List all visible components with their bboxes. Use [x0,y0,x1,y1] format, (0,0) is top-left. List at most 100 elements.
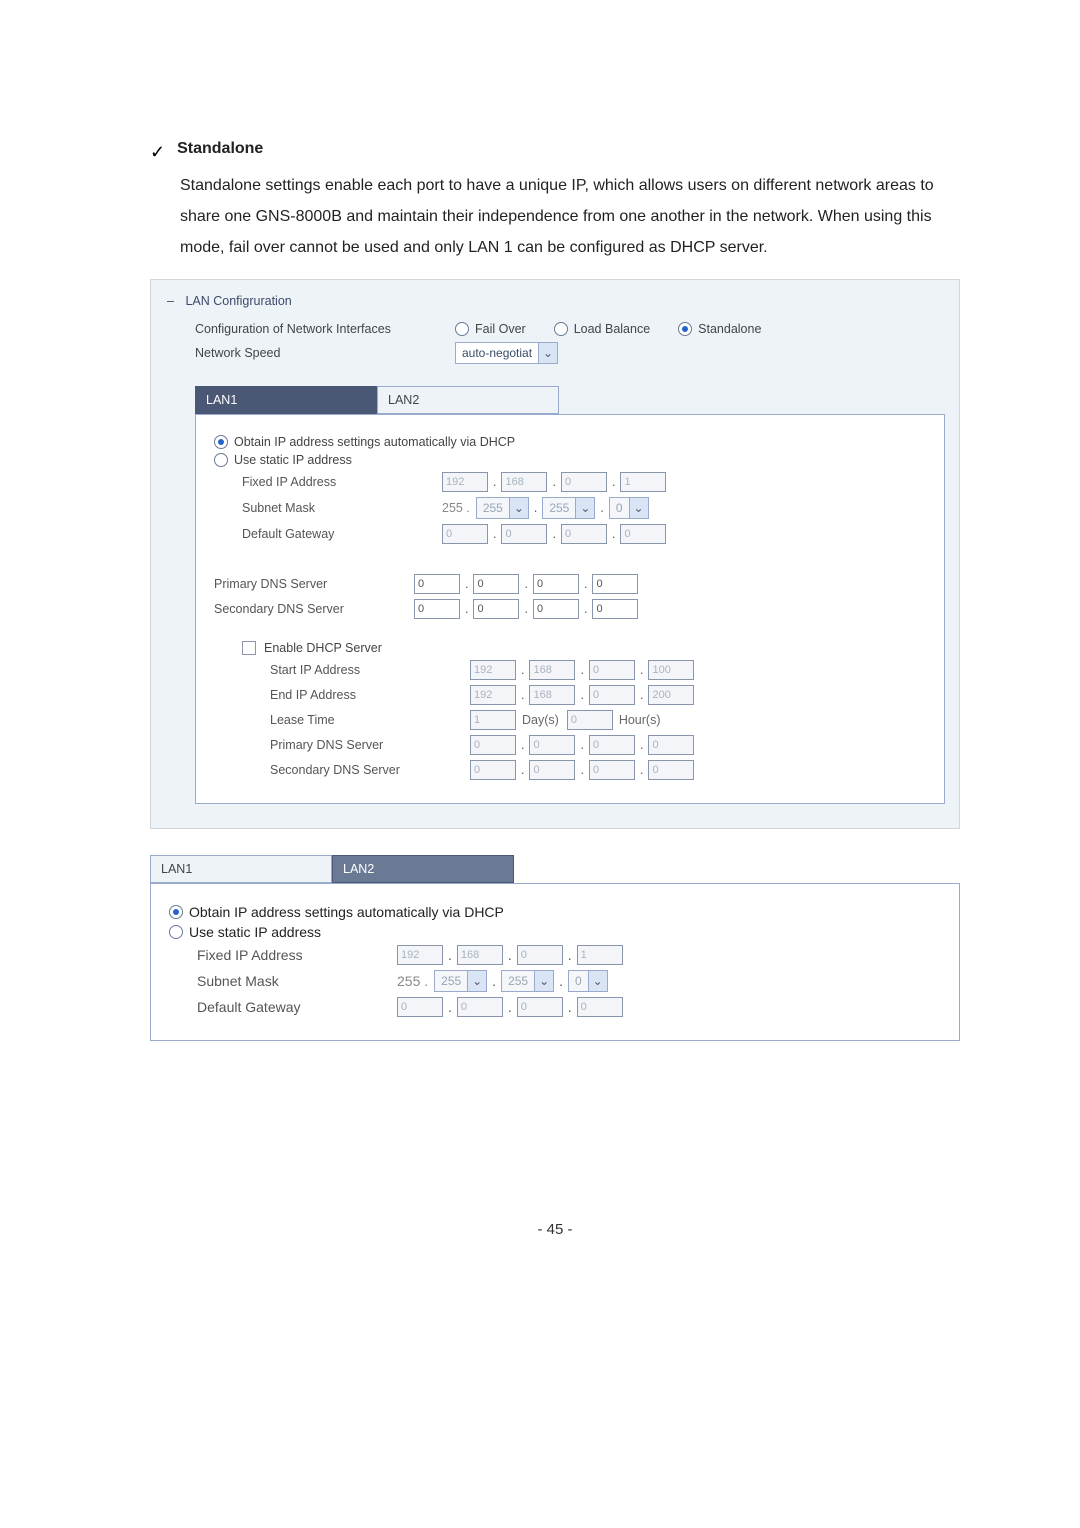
lan1-sec-dns-1[interactable] [414,599,460,619]
page-number: - 45 - [150,1221,960,1238]
lan1-gw-3[interactable] [561,524,607,544]
dhcp-pri-2[interactable] [529,735,575,755]
dhcp-start-1[interactable] [470,660,516,680]
lan1-pri-dns-4[interactable] [592,574,638,594]
lease-days[interactable] [470,710,516,730]
chevron-down-icon: ⌄ [538,343,557,363]
lan-config-title: LAN Configruration [185,294,291,308]
lan1-opt-static[interactable]: Use static IP address [214,453,926,467]
lan2-opt-static[interactable]: Use static IP address [169,924,941,940]
check-icon: ✓ [150,142,165,164]
lan1-gw-1[interactable] [442,524,488,544]
lan1-subnet-sel3[interactable]: 0⌄ [609,497,649,519]
chevron-down-icon: ⌄ [629,498,648,518]
mode-loadbalance-label: Load Balance [574,322,650,336]
lease-time-label: Lease Time [270,713,470,727]
lan2-gw-2[interactable] [457,997,503,1017]
lan2-gw-1[interactable] [397,997,443,1017]
lan-config-panel: – LAN Configruration Configuration of Ne… [150,279,960,829]
lan2-fixed-ip-label: Fixed IP Address [197,947,397,963]
tab2-lan2[interactable]: LAN2 [332,855,514,883]
lan1-sec-dns-2[interactable] [473,599,519,619]
dhcp-end-2[interactable] [529,685,575,705]
lan1-sec-dns-4[interactable] [592,599,638,619]
lan1-pri-dns-1[interactable] [414,574,460,594]
lan2-subnet-label: Subnet Mask [197,973,397,989]
dhcp-pri-3[interactable] [589,735,635,755]
dhcp-sec-3[interactable] [589,760,635,780]
lan2-gateway-label: Default Gateway [197,999,397,1015]
lan2-gw-4[interactable] [577,997,623,1017]
network-speed-value: auto-negotiat [456,346,538,360]
chevron-down-icon: ⌄ [534,971,553,991]
lan2-gw-3[interactable] [517,997,563,1017]
dhcp-end-label: End IP Address [270,688,470,702]
lan1-fixed-ip-3[interactable] [561,472,607,492]
dhcp-sec-1[interactable] [470,760,516,780]
config-interfaces-label: Configuration of Network Interfaces [165,322,455,336]
enable-dhcp-checkbox[interactable] [242,641,256,655]
lan1-sec-dns-label: Secondary DNS Server [214,602,414,616]
dhcp-end-1[interactable] [470,685,516,705]
lan2-fixed-ip-4[interactable] [577,945,623,965]
radio-icon [554,322,568,336]
mode-failover[interactable]: Fail Over [455,322,526,336]
lan2-subnet-sel2[interactable]: 255⌄ [501,970,554,992]
lan2-fixed-ip-1[interactable] [397,945,443,965]
lan1-fixed-ip-2[interactable] [501,472,547,492]
dhcp-end-3[interactable] [589,685,635,705]
lan1-sec-dns-3[interactable] [533,599,579,619]
mode-standalone[interactable]: Standalone [678,322,761,336]
dhcp-pri-1[interactable] [470,735,516,755]
dhcp-sec-dns-label: Secondary DNS Server [270,763,470,777]
lan2-fixed-ip-3[interactable] [517,945,563,965]
lan1-subnet-sel1[interactable]: 255⌄ [476,497,529,519]
lan1-opt-dhcp[interactable]: Obtain IP address settings automatically… [214,435,926,449]
lan1-gateway-label: Default Gateway [242,527,442,541]
dhcp-pri-4[interactable] [648,735,694,755]
section-heading-standalone: Standalone [177,140,263,158]
network-speed-select[interactable]: auto-negotiat ⌄ [455,342,558,364]
lan1-gw-4[interactable] [620,524,666,544]
lan1-pri-dns-label: Primary DNS Server [214,577,414,591]
lan1-tab-body: Obtain IP address settings automatically… [195,414,945,804]
radio-icon [214,435,228,449]
dhcp-sec-4[interactable] [648,760,694,780]
radio-icon [169,905,183,919]
lan1-fixed-ip-label: Fixed IP Address [242,475,442,489]
chevron-down-icon: ⌄ [509,498,528,518]
dhcp-start-4[interactable] [648,660,694,680]
lan2-subnet-prefix: 255 . [397,973,428,989]
dhcp-start-3[interactable] [589,660,635,680]
lan1-fixed-ip-1[interactable] [442,472,488,492]
tab-lan1[interactable]: LAN1 [195,386,377,414]
mode-loadbalance[interactable]: Load Balance [554,322,650,336]
tab-lan2[interactable]: LAN2 [377,386,559,414]
lan2-tab-body: Obtain IP address settings automatically… [150,883,960,1041]
lan1-pri-dns-3[interactable] [533,574,579,594]
lan1-opt-static-label: Use static IP address [234,453,352,467]
enable-dhcp-label: Enable DHCP Server [264,641,382,655]
dhcp-sec-2[interactable] [529,760,575,780]
lan2-opt-dhcp-label: Obtain IP address settings automatically… [189,904,504,920]
lan1-gw-2[interactable] [501,524,547,544]
tab2-lan1[interactable]: LAN1 [150,855,332,883]
lan1-pri-dns-2[interactable] [473,574,519,594]
lan2-subnet-sel1[interactable]: 255⌄ [434,970,487,992]
radio-icon [678,322,692,336]
lan1-subnet-sel2[interactable]: 255⌄ [542,497,595,519]
radio-icon [169,925,183,939]
chevron-down-icon: ⌄ [588,971,607,991]
lease-hours[interactable] [567,710,613,730]
lan2-subnet-sel3[interactable]: 0⌄ [568,970,608,992]
mode-failover-label: Fail Over [475,322,526,336]
lan2-opt-dhcp[interactable]: Obtain IP address settings automatically… [169,904,941,920]
subnet-prefix: 255 . [442,501,470,515]
chevron-down-icon: ⌄ [467,971,486,991]
dhcp-pri-dns-label: Primary DNS Server [270,738,470,752]
collapse-icon[interactable]: – [167,294,174,308]
dhcp-end-4[interactable] [648,685,694,705]
lan2-fixed-ip-2[interactable] [457,945,503,965]
lan1-fixed-ip-4[interactable] [620,472,666,492]
dhcp-start-2[interactable] [529,660,575,680]
